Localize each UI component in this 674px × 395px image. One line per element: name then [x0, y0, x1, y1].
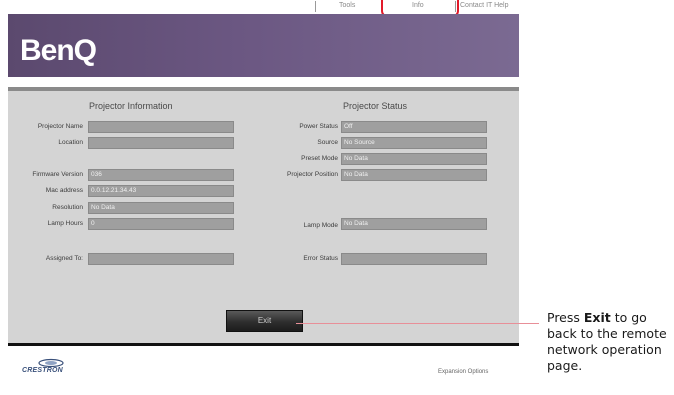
callout-leader-line: [296, 323, 539, 324]
assigned-to-label: Assigned To:: [45, 255, 83, 262]
source-label: Source: [317, 139, 338, 146]
main-panel: Projector Information Projector Status P…: [8, 91, 519, 343]
resolution-field: No Data: [88, 202, 234, 214]
callout-bold-word: Exit: [583, 310, 611, 325]
benq-logo: BenQ: [20, 34, 97, 67]
crestron-wordmark: CRESTRON: [22, 367, 63, 374]
error-status-label: Error Status: [303, 255, 338, 262]
mac-address-field: 0.0.12.21.34.43: [88, 185, 234, 197]
callout-prefix: Press: [547, 310, 584, 325]
nav-separator: [315, 1, 316, 12]
lamp-mode-label: Lamp Mode: [303, 222, 338, 229]
nav-contact-link[interactable]: Contact IT Help: [460, 2, 509, 9]
footer-bar: [8, 343, 519, 346]
firmware-version-field: 036: [88, 169, 234, 181]
nav-tools-link[interactable]: Tools: [339, 2, 355, 9]
preset-mode-label: Preset Mode: [301, 155, 338, 162]
power-status-field: Off: [341, 121, 487, 133]
assigned-to-field: [88, 253, 234, 265]
banner-divider: [8, 77, 519, 87]
top-nav: Tools Info Contact IT Help: [8, 0, 519, 17]
lamp-mode-field: No Data: [341, 218, 487, 230]
lamp-hours-field: 0: [88, 218, 234, 230]
source-field: No Source: [341, 137, 487, 149]
projector-position-field: No Data: [341, 169, 487, 181]
resolution-label: Resolution: [52, 204, 83, 211]
firmware-version-label: Firmware Version: [32, 171, 83, 178]
power-status-label: Power Status: [299, 123, 338, 130]
exit-button[interactable]: Exit: [226, 310, 303, 332]
projector-name-label: Projector Name: [37, 123, 83, 130]
projector-info-title: Projector Information: [89, 101, 173, 111]
header-banner: BenQ: [8, 14, 519, 77]
expansion-options-link[interactable]: Expansion Options: [438, 369, 488, 375]
projector-position-label: Projector Position: [287, 171, 338, 178]
location-field: [88, 137, 234, 149]
lamp-hours-label: Lamp Hours: [47, 220, 83, 227]
app-window: Tools Info Contact IT Help BenQ Projecto…: [8, 0, 519, 395]
preset-mode-field: No Data: [341, 153, 487, 165]
crestron-logo: CRESTRON: [22, 358, 72, 380]
projector-name-field: [88, 121, 234, 133]
location-label: Location: [58, 139, 83, 146]
callout-note: Press Exit to go back to the remote netw…: [547, 310, 674, 374]
mac-address-label: Mac address: [45, 187, 83, 194]
error-status-field: [341, 253, 487, 265]
projector-status-title: Projector Status: [343, 101, 408, 111]
